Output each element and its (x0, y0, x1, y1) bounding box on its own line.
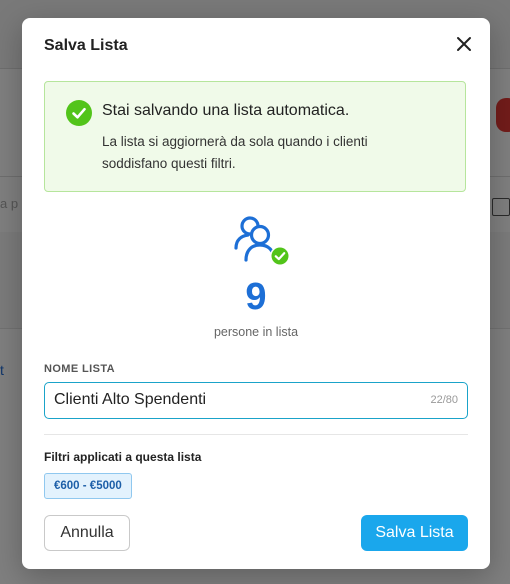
cancel-button[interactable]: Annulla (44, 515, 130, 551)
alert-text: La lista si aggiornerà da sola quando i … (102, 134, 368, 171)
filter-badge: €600 - €5000 (44, 473, 132, 499)
applied-filters-title: Filtri applicati a questa lista (44, 450, 202, 464)
divider (44, 434, 468, 435)
char-counter: 22/80 (430, 394, 458, 406)
info-alert: Stai salvando una lista automatica. La l… (44, 81, 466, 192)
save-list-dialog: Salva Lista Stai salvando una lista auto… (22, 18, 490, 569)
people-count-label: persone in lista (213, 325, 299, 339)
check-circle-icon (66, 100, 92, 126)
list-name-label: NOME LISTA (44, 363, 116, 375)
list-name-input[interactable] (54, 383, 414, 417)
save-list-button[interactable]: Salva Lista (361, 515, 468, 551)
people-count: 9 (245, 276, 267, 318)
dialog-title: Salva Lista (44, 37, 128, 54)
close-icon[interactable] (454, 34, 474, 54)
alert-title: Stai salvando una lista automatica. (102, 102, 350, 119)
users-check-icon (230, 214, 294, 268)
list-name-field[interactable]: 22/80 (44, 382, 468, 419)
